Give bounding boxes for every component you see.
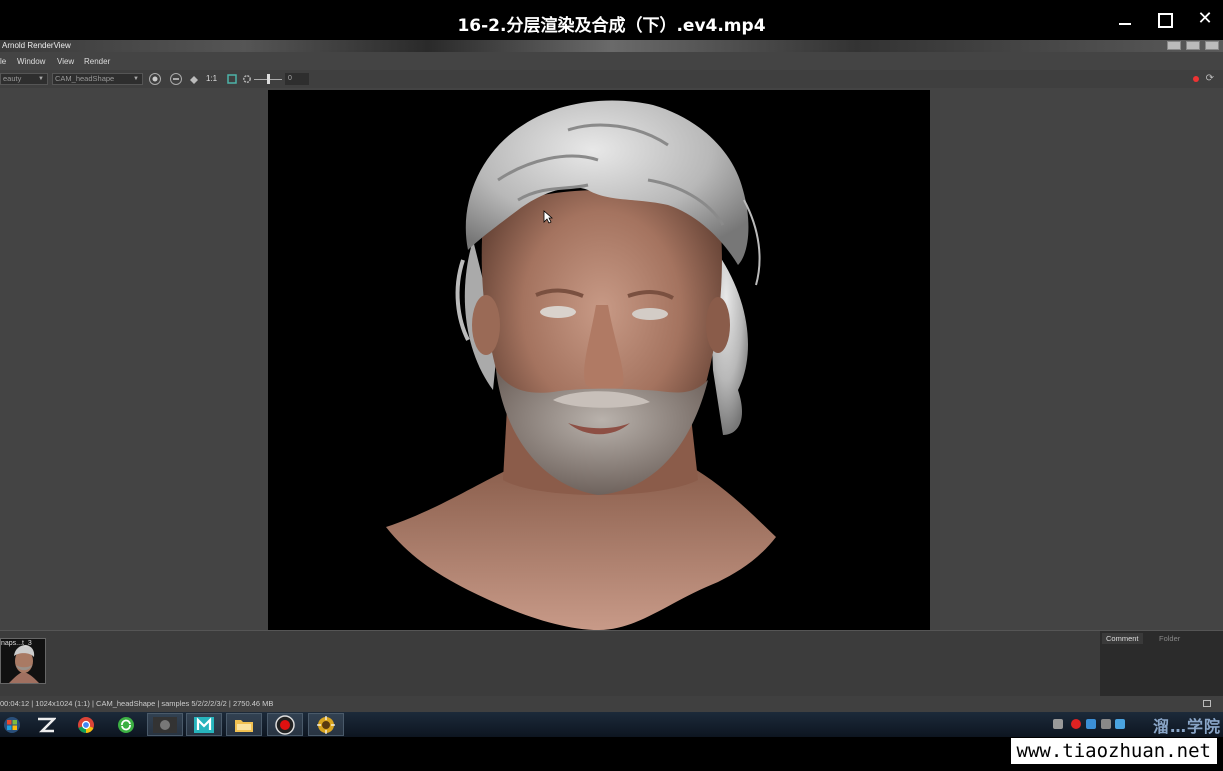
- site-watermark: www.tiaozhuan.net: [1010, 738, 1217, 764]
- arnold-restore-button[interactable]: [1186, 41, 1200, 50]
- arnold-close-button[interactable]: [1205, 41, 1219, 50]
- menu-file[interactable]: le: [0, 57, 6, 66]
- tab-comment[interactable]: Comment: [1102, 633, 1143, 644]
- video-title: 16-2.分层渲染及合成（下）.ev4.mp4: [457, 16, 766, 36]
- stop-render-icon[interactable]: [1193, 76, 1199, 82]
- chrome-icon[interactable]: [68, 713, 104, 736]
- ratio-label[interactable]: 1:1: [206, 74, 217, 83]
- menubar: le Window View Render: [0, 54, 1223, 70]
- mouse-cursor: [543, 210, 554, 229]
- snapshot-thumbnail[interactable]: naps...t_3: [0, 638, 46, 684]
- camera-value: CAM_headShape: [55, 74, 115, 83]
- refresh-icon[interactable]: ⟳: [1206, 73, 1214, 84]
- menu-view[interactable]: View: [57, 57, 74, 66]
- minimize-icon[interactable]: [1113, 8, 1139, 32]
- recorder-icon[interactable]: [267, 713, 303, 736]
- exposure-value-field[interactable]: 0: [285, 73, 309, 85]
- network-icon[interactable]: [1053, 719, 1063, 729]
- file-explorer-icon[interactable]: [226, 713, 262, 736]
- maximize-icon[interactable]: [1152, 8, 1178, 32]
- aov-value: eauty: [3, 74, 22, 83]
- sync-app-icon[interactable]: [108, 713, 144, 736]
- player-titlebar: 16-2.分层渲染及合成（下）.ev4.mp4 ✕: [0, 0, 1223, 40]
- system-tray: 溜…学院: [1053, 712, 1223, 737]
- chevron-down-icon: ▼: [38, 76, 44, 82]
- menu-window[interactable]: Window: [17, 57, 45, 66]
- arnold-renderview-window: Arnold RenderView le Window View Render …: [0, 40, 1223, 712]
- volume-icon[interactable]: [1101, 719, 1111, 729]
- school-logo: 溜…学院: [1152, 717, 1221, 736]
- rendered-head-portrait: [386, 100, 776, 630]
- arnold-minimize-button[interactable]: [1167, 41, 1181, 50]
- arnold-render-icon[interactable]: [308, 713, 344, 736]
- camera-dropdown[interactable]: CAM_headShape ▼: [52, 73, 143, 85]
- arnold-title: Arnold RenderView: [2, 41, 71, 50]
- cloud-icon[interactable]: [1115, 719, 1125, 729]
- render-viewport: [0, 88, 1223, 630]
- photo-viewer-icon[interactable]: [147, 713, 183, 736]
- snapshot-info-panel: Comment Folder: [1100, 631, 1223, 697]
- snapshot-label: naps...t_3: [1, 640, 32, 647]
- render-status-text: 00:04:12 | 1024x1024 (1:1) | CAM_headSha…: [0, 699, 274, 708]
- chevron-down-icon: ▼: [133, 76, 139, 82]
- tab-folder[interactable]: Folder: [1155, 633, 1184, 644]
- toolbar: eauty ▼ CAM_headShape ▼ 1:1 0 ⟳: [0, 70, 1223, 88]
- crop-region-icon[interactable]: [188, 73, 200, 85]
- snapshot-panel: naps...t_3 Comment Folder: [0, 630, 1223, 697]
- close-icon[interactable]: ✕: [1192, 8, 1218, 32]
- status-panel-icon[interactable]: [1203, 700, 1211, 707]
- exposure-gear-icon[interactable]: [241, 73, 253, 85]
- fit-frame-icon[interactable]: [226, 73, 238, 85]
- maya-icon[interactable]: [186, 713, 222, 736]
- statusbar: 00:04:12 | 1024x1024 (1:1) | CAM_headSha…: [0, 696, 1223, 712]
- exposure-slider-handle[interactable]: [267, 74, 270, 84]
- render-image: [268, 90, 930, 630]
- aov-dropdown[interactable]: eauty ▼: [0, 73, 48, 85]
- render-toggle-icon[interactable]: [149, 73, 161, 85]
- menu-render[interactable]: Render: [84, 57, 110, 66]
- record-tray-icon[interactable]: [1071, 719, 1081, 729]
- zbrush-icon[interactable]: [28, 713, 64, 736]
- arnold-titlebar: Arnold RenderView: [0, 40, 1223, 52]
- taskbar: 溜…学院: [0, 712, 1223, 737]
- tray-app-icon[interactable]: [1086, 719, 1096, 729]
- windows-start-icon[interactable]: [0, 713, 24, 736]
- ipr-icon[interactable]: [170, 73, 182, 85]
